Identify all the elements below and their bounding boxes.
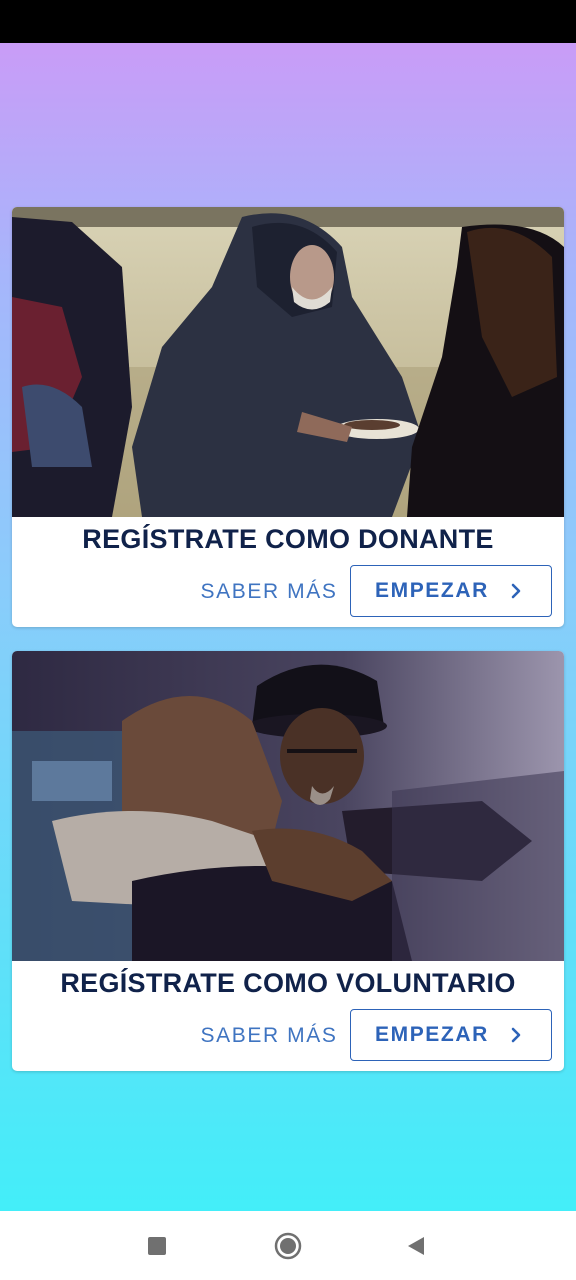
home-button[interactable] [271, 1229, 305, 1263]
volunteer-start-label: EMPEZAR [375, 1023, 489, 1046]
donor-learn-more-button[interactable]: SABER MÁS [176, 565, 362, 619]
volunteer-card: REGÍSTRATE COMO VOLUNTARIO SABER MÁS EMP… [12, 651, 564, 1071]
circle-icon [274, 1232, 302, 1260]
status-bar [0, 0, 576, 43]
donor-card-title: REGÍSTRATE COMO DONANTE [82, 524, 494, 554]
chevron-right-icon [511, 583, 521, 599]
donor-start-label: EMPEZAR [375, 579, 489, 602]
square-icon [148, 1237, 166, 1255]
volunteer-card-title: REGÍSTRATE COMO VOLUNTARIO [60, 968, 516, 998]
chevron-right-icon [511, 1027, 521, 1043]
donor-photo-illustration [12, 207, 564, 517]
back-button[interactable] [399, 1229, 433, 1263]
volunteer-start-button[interactable]: EMPEZAR [350, 1009, 552, 1061]
recent-apps-button[interactable] [140, 1229, 174, 1263]
donor-card-actions: SABER MÁS EMPEZAR [12, 565, 564, 619]
triangle-left-icon [408, 1237, 424, 1255]
donor-photo [12, 207, 564, 517]
volunteer-learn-more-button[interactable]: SABER MÁS [176, 1009, 362, 1063]
volunteer-photo-illustration [12, 651, 564, 961]
donor-start-button[interactable]: EMPEZAR [350, 565, 552, 617]
navigation-bar [0, 1211, 576, 1280]
volunteer-photo [12, 651, 564, 961]
volunteer-card-actions: SABER MÁS EMPEZAR [12, 1009, 564, 1063]
donor-card: REGÍSTRATE COMO DONANTE SABER MÁS EMPEZA… [12, 207, 564, 627]
